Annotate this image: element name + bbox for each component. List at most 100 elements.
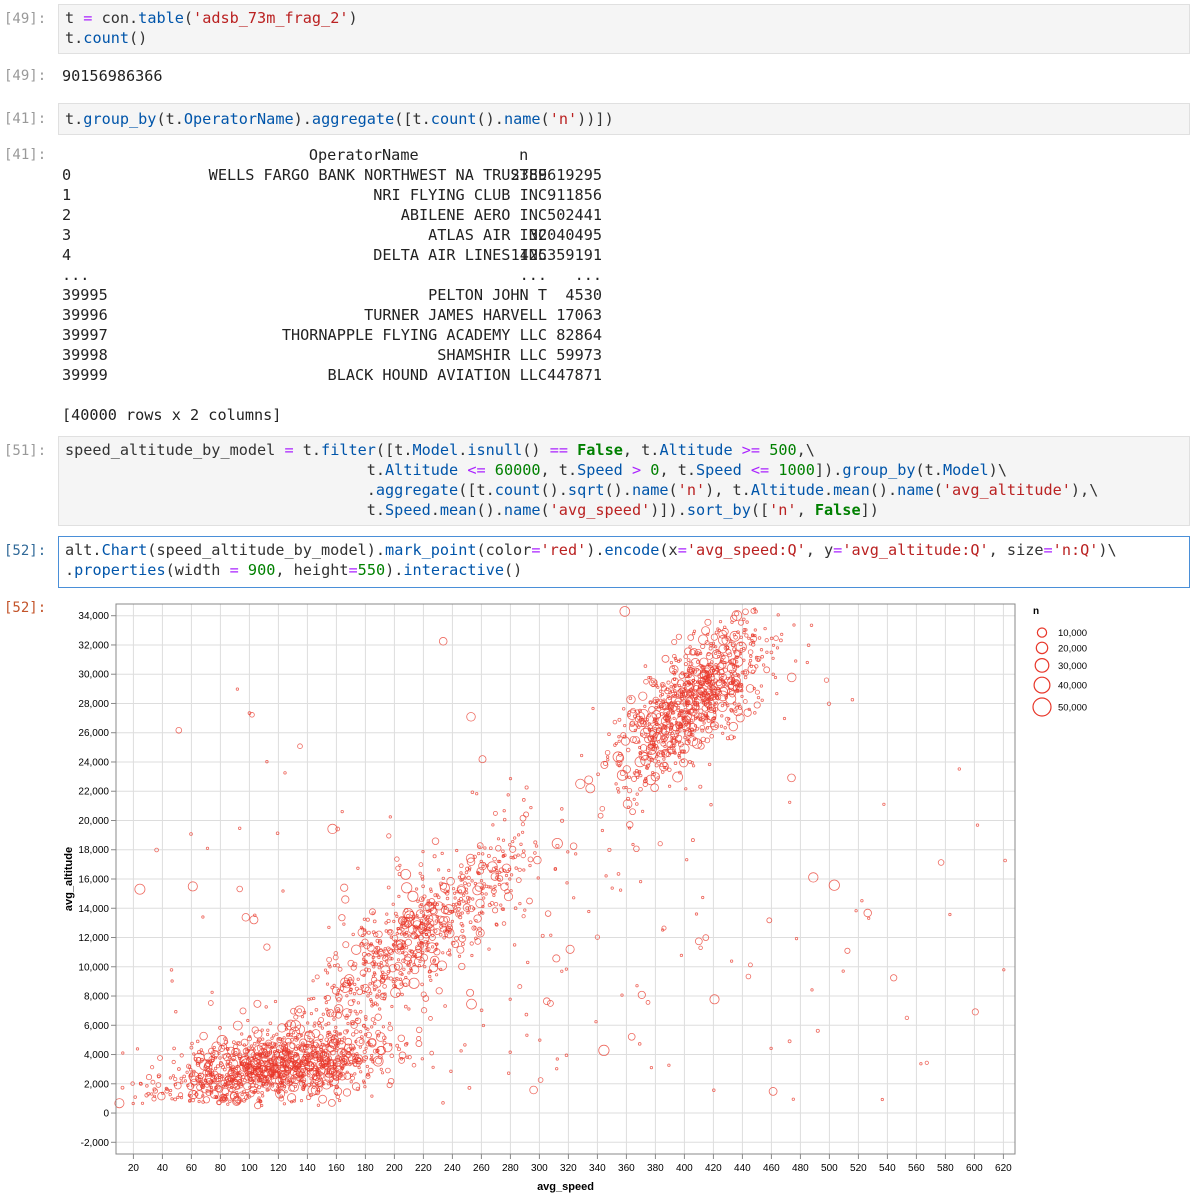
code-editor[interactable]: t.group_by(t.OperatorName).aggregate([t.… <box>58 103 1190 135</box>
code-editor[interactable]: alt.Chart(speed_altitude_by_model).mark_… <box>58 536 1190 588</box>
data-point <box>191 1072 196 1076</box>
y-tick-label: 6,000 <box>84 1021 109 1032</box>
code-token: ]) <box>595 110 614 128</box>
data-point <box>312 996 316 1000</box>
code-token: ). <box>586 541 605 559</box>
data-point <box>359 1070 363 1074</box>
data-point <box>763 626 767 631</box>
row-index: 3 <box>62 226 72 244</box>
y-tick-label: 18,000 <box>78 845 109 856</box>
data-point <box>323 968 328 972</box>
data-point <box>364 1046 368 1050</box>
code-text[interactable]: alt.Chart(speed_altitude_by_model).mark_… <box>59 537 1189 583</box>
data-point <box>429 887 433 891</box>
data-point <box>357 1065 361 1070</box>
data-point <box>501 838 506 842</box>
data-point <box>351 1032 356 1037</box>
size-legend: n 10,000 20,000 30,000 40,000 50,000 <box>1032 606 1087 717</box>
data-point <box>404 975 408 980</box>
cell-41-input[interactable]: [41]: t.group_by(t.OperatorName).aggrega… <box>0 103 1190 135</box>
code-editor[interactable]: t = con.table('adsb_73m_frag_2') t.count… <box>58 4 1190 54</box>
cell-49-input[interactable]: [49]: t = con.table('adsb_73m_frag_2') t… <box>0 4 1190 56</box>
data-point <box>375 993 379 997</box>
data-point <box>648 706 656 714</box>
cell-52-input[interactable]: [52]: alt.Chart(speed_altitude_by_model)… <box>0 536 1190 588</box>
data-point <box>540 933 545 938</box>
data-point <box>607 732 611 736</box>
data-point <box>385 1067 391 1074</box>
data-point <box>272 1034 276 1038</box>
data-point <box>169 1088 173 1093</box>
code-token: (). <box>476 501 504 519</box>
data-point <box>676 708 680 713</box>
data-point <box>765 650 769 654</box>
data-point <box>338 914 346 922</box>
data-point <box>475 898 485 909</box>
data-point <box>517 984 523 990</box>
data-point <box>630 775 638 782</box>
data-point <box>747 636 751 640</box>
data-point <box>617 739 621 743</box>
data-point <box>657 740 661 744</box>
data-point <box>466 911 470 915</box>
data-point <box>517 867 522 872</box>
data-point <box>756 658 761 662</box>
chart-svg[interactable]: 20 40 60 80 100 120 140 160 180 200 220 240 260 280 30… <box>58 600 1190 1196</box>
data-point <box>140 1101 145 1105</box>
code-token: = <box>531 541 541 559</box>
cell-51-input[interactable]: [51]: speed_altitude_by_model = t.filter… <box>0 436 1190 526</box>
data-point <box>722 667 728 673</box>
data-point <box>234 1066 238 1071</box>
code-text[interactable]: t.group_by(t.OperatorName).aggregate([t.… <box>59 104 1189 132</box>
data-point <box>643 678 649 685</box>
data-point <box>466 988 475 997</box>
code-token: aggregate <box>311 110 395 128</box>
data-point <box>671 638 678 646</box>
scatter-chart[interactable]: 20 40 60 80 100 120 140 160 180 200 220 240 260 280 30… <box>58 600 1190 1196</box>
data-point <box>515 877 522 883</box>
data-point <box>451 940 459 949</box>
data-point <box>745 973 752 980</box>
data-point <box>325 1033 330 1038</box>
data-point <box>330 1039 335 1043</box>
code-text[interactable]: speed_altitude_by_model = t.filter([t.Mo… <box>59 437 1189 523</box>
data-point <box>329 1079 334 1083</box>
data-point <box>627 713 631 717</box>
data-point <box>387 953 391 957</box>
data-point <box>191 1084 195 1088</box>
data-point <box>431 837 440 845</box>
data-point <box>500 882 509 891</box>
data-point <box>486 853 491 858</box>
code-token: Altitude <box>750 481 824 499</box>
code-text[interactable]: t = con.table('adsb_73m_frag_2') t.count… <box>59 5 1189 51</box>
data-point <box>714 651 718 656</box>
data-point <box>445 896 450 901</box>
data-point <box>282 1102 287 1106</box>
legend-title: n <box>1033 606 1039 617</box>
data-point <box>173 1076 178 1082</box>
data-point <box>707 762 712 767</box>
dataframe-row: 2 ABILENE AERO INC 502441 <box>62 205 662 225</box>
data-point <box>282 1050 286 1055</box>
data-point <box>179 1076 183 1081</box>
code-token: (t. <box>915 461 943 479</box>
row-index: 4 <box>62 246 72 264</box>
code-editor[interactable]: speed_altitude_by_model = t.filter([t.Mo… <box>58 436 1190 526</box>
data-point <box>337 1008 341 1012</box>
data-point <box>370 1004 374 1008</box>
code-token: (t. <box>156 110 184 128</box>
data-point <box>753 628 757 632</box>
data-point <box>415 1040 423 1047</box>
data-point <box>639 774 643 778</box>
data-point <box>948 912 952 917</box>
data-point <box>617 717 622 722</box>
dataframe-header: OperatorName n <box>62 146 529 164</box>
data-point <box>239 1007 247 1015</box>
data-point <box>441 951 445 955</box>
data-point <box>575 778 586 789</box>
data-point <box>514 866 518 870</box>
data-point <box>823 677 830 683</box>
code-token: isnull <box>467 441 523 459</box>
data-point <box>253 913 257 917</box>
